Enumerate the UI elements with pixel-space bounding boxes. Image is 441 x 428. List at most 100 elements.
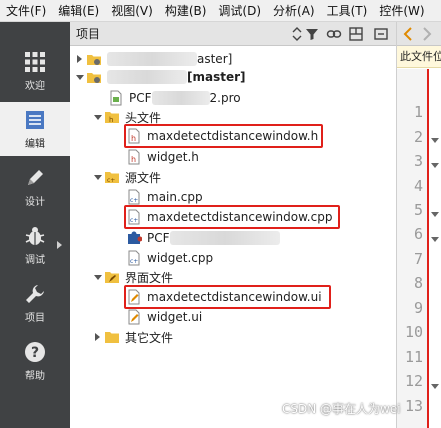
editor-info-bar: 此文件位 [397, 46, 441, 68]
fold-arrow-icon[interactable] [431, 212, 439, 217]
line-number: 11 [404, 348, 423, 366]
expand-arrow-icon[interactable] [92, 327, 104, 347]
mode-design[interactable]: 设计 [0, 160, 70, 214]
collapse-arrow-icon[interactable] [92, 167, 104, 187]
bug-icon [25, 226, 45, 245]
redacted-name [107, 70, 187, 84]
mode-label: 编辑 [25, 138, 45, 150]
pencil-icon [28, 169, 43, 185]
expand-arrow-icon [57, 241, 62, 249]
fold-arrow-icon[interactable] [431, 138, 439, 143]
line-number: 2 [413, 128, 423, 146]
tree-item-other-folder[interactable]: 其它文件 [70, 327, 396, 347]
line-number: 10 [404, 323, 423, 341]
tree-item-label: widget.ui [147, 310, 203, 324]
line-number: 1 [413, 103, 423, 121]
menu-edit[interactable]: 编辑(E) [52, 0, 105, 21]
chevron-updown-icon[interactable] [289, 26, 305, 42]
redacted-name [151, 91, 210, 105]
folder-icon [104, 269, 120, 285]
svg-text:c+: c+ [107, 177, 115, 184]
pro-file-icon [108, 90, 124, 106]
split-icon[interactable] [348, 26, 364, 42]
tree-item-sources-folder[interactable]: c+ 源文件 [70, 167, 396, 187]
fold-arrow-icon[interactable] [431, 384, 439, 389]
tree-item-widget-cpp[interactable]: c+ widget.cpp [70, 248, 396, 268]
mode-help[interactable]: ? 帮助 [0, 334, 70, 388]
tree-item-label: 源文件 [125, 170, 162, 185]
document-icon [26, 110, 44, 129]
help-icon: ? [25, 341, 45, 362]
editor-red-marker [427, 69, 429, 428]
mode-sidebar: 欢迎 编辑 设计 调试 项目 ? 帮助 [0, 22, 70, 428]
mode-label: 项目 [25, 312, 45, 324]
cpp-file-icon: c+ [126, 250, 142, 266]
tree-item-widget-ui[interactable]: widget.ui [70, 307, 396, 327]
line-number: 7 [413, 250, 423, 268]
highlight-box-ui [124, 285, 331, 309]
menu-view[interactable]: 视图(V) [105, 0, 159, 21]
cpp-file-icon: c+ [126, 189, 142, 205]
tree-item-label: PCF [129, 91, 152, 105]
expand-arrow-icon[interactable] [74, 49, 86, 69]
close-pane-icon[interactable] [373, 26, 389, 42]
line-number: 4 [413, 177, 423, 195]
mode-welcome[interactable]: 欢迎 [0, 44, 70, 98]
tree-item-main-cpp[interactable]: c+ main.cpp [70, 187, 396, 207]
fold-arrow-icon[interactable] [431, 163, 439, 168]
collapse-arrow-icon[interactable] [92, 107, 104, 127]
link-icon[interactable] [326, 26, 342, 42]
fold-arrow-icon[interactable] [431, 237, 439, 242]
menubar: 文件(F) 编辑(E) 视图(V) 构建(B) 调试(D) 分析(A) 工具(T… [0, 0, 441, 22]
grid-icon [25, 51, 45, 72]
menu-file[interactable]: 文件(F) [0, 0, 52, 21]
folder-icon [104, 329, 120, 345]
tree-item-pro-file[interactable]: PCF 2.pro [70, 88, 396, 108]
svg-text:?: ? [31, 345, 39, 361]
tree-item-label: 头文件 [125, 110, 162, 125]
redacted-name [107, 52, 197, 66]
menu-debug[interactable]: 调试(D) [212, 0, 267, 21]
folder-icon: h [104, 109, 120, 125]
line-number: 3 [413, 152, 423, 170]
collapse-arrow-icon[interactable] [74, 67, 86, 87]
line-number: 8 [413, 274, 423, 292]
tree-item-label: [master] [187, 70, 246, 84]
mode-projects[interactable]: 项目 [0, 276, 70, 330]
editor-tabbar [397, 22, 441, 46]
mode-label: 设计 [25, 196, 45, 208]
tree-item-label: 界面文件 [125, 270, 174, 285]
folder-icon: c+ [104, 169, 120, 185]
project-pane: 项目 aster] [master] PCF 2.pro h 头文件 h max… [70, 22, 396, 428]
tree-item-pcf-source[interactable]: PCF [70, 228, 396, 248]
tree-item-label: PCF [147, 231, 170, 245]
nav-forward-icon[interactable] [421, 27, 433, 41]
collapse-arrow-icon[interactable] [92, 267, 104, 287]
tree-item-project1[interactable]: aster] [70, 49, 396, 69]
tree-item-label: widget.h [147, 150, 199, 164]
svg-text:c+: c+ [130, 258, 138, 265]
mode-label: 欢迎 [25, 80, 45, 92]
menu-controls[interactable]: 控件(W) [373, 0, 430, 21]
mode-label: 帮助 [25, 370, 45, 382]
menu-analyze[interactable]: 分析(A) [267, 0, 321, 21]
project-folder-icon [86, 51, 102, 67]
project-pane-header: 项目 [70, 22, 396, 46]
watermark: CSDN @事在人为wei [282, 402, 401, 416]
nav-back-icon[interactable] [402, 27, 414, 41]
tree-item-project2[interactable]: [master] [70, 67, 396, 87]
svg-text:c+: c+ [130, 197, 138, 204]
svg-text:h: h [131, 155, 136, 164]
tree-item-forms-folder[interactable]: 界面文件 [70, 267, 396, 287]
mode-edit[interactable]: 编辑 [0, 102, 70, 156]
line-number-gutter: 1 2 3 4 5 6 7 8 9 10 11 12 13 [397, 69, 427, 428]
mode-debug[interactable]: 调试 [0, 218, 70, 272]
tree-item-label: 2.pro [209, 91, 241, 105]
tree-item-label: 其它文件 [125, 330, 174, 345]
tree-item-header-widget[interactable]: h widget.h [70, 147, 396, 167]
menu-build[interactable]: 构建(B) [159, 0, 213, 21]
line-number: 6 [413, 225, 423, 243]
menu-tools[interactable]: 工具(T) [321, 0, 374, 21]
filter-icon[interactable] [304, 26, 320, 42]
redacted-name [169, 231, 280, 245]
